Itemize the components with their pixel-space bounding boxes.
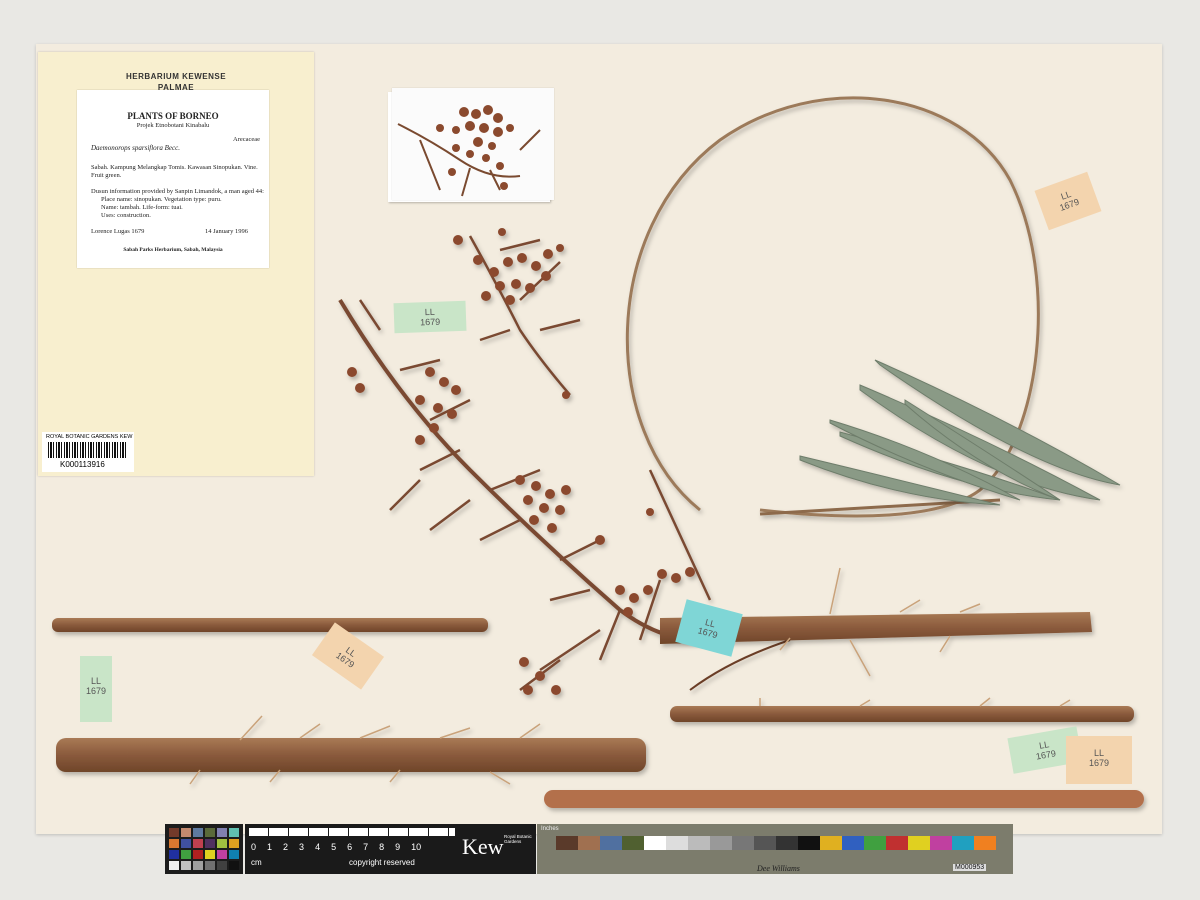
centimeter-ruler: 0 1 2 3 4 5 6 7 8 9 10 cm copyright reserved [245, 824, 463, 874]
rachis-pieces [52, 567, 1144, 808]
ruler-numbers: 0 1 2 3 4 5 6 7 8 9 10 [251, 842, 422, 852]
kew-brand-sub: Royal Botanic Gardens [504, 834, 532, 844]
target-label: Inches [541, 826, 559, 832]
tag-green-left: LL 1679 [80, 656, 112, 722]
packet-fruits [397, 123, 541, 197]
ruler-unit: cm [251, 858, 262, 867]
target-signature: Dee Williams [757, 864, 800, 873]
ruler-ticks [249, 828, 455, 836]
gray-color-patches [556, 836, 996, 850]
tag-green-top: LL 1679 [393, 300, 467, 334]
tag-tan-bottom: LL 1679 [1066, 736, 1132, 784]
color-chart [165, 824, 243, 874]
copyright-text: copyright reserved [349, 858, 415, 867]
leaflets [799, 359, 1121, 506]
target-code: M000953 [953, 864, 987, 871]
kew-logo: Kew Royal Botanic Gardens [458, 824, 536, 874]
kew-brand: Kew [462, 834, 504, 859]
upper-infructescence [453, 228, 581, 399]
